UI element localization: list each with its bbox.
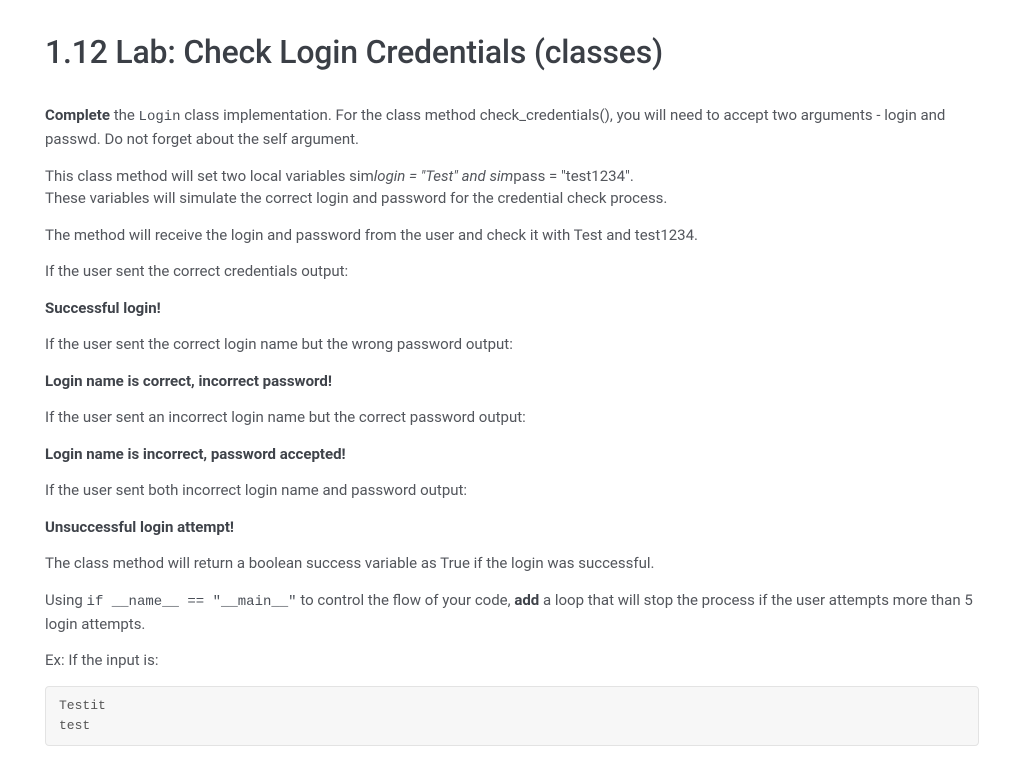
text: class implementation. For the class meth… [45,106,945,148]
text: Using [45,591,87,609]
example-input-codeblock: Testit test [45,686,979,746]
document-page: 1.12 Lab: Check Login Credentials (class… [0,0,1024,776]
main-guard-paragraph: Using if __name__ == "__main__" to contr… [45,589,979,636]
example-label: Ex: If the input is: [45,649,979,672]
text: the [110,106,139,124]
output-unsuccessful: Unsuccessful login attempt! [45,516,979,539]
case-wrong-login-intro: If the user sent an incorrect login name… [45,406,979,429]
output-wrong-password: Login name is correct, incorrect passwor… [45,370,979,393]
page-title: 1.12 Lab: Check Login Credentials (class… [45,28,979,76]
method-description: The method will receive the login and pa… [45,224,979,247]
complete-word: Complete [45,106,110,124]
case-wrong-password-intro: If the user sent the correct login name … [45,333,979,356]
variable-setup-paragraph: This class method will set two local var… [45,165,979,210]
add-word: add [514,591,539,609]
italic-segment: login = "Test" and sim [374,167,514,185]
text: pass = "test1234". [513,167,634,185]
login-classname-code: Login [139,109,181,125]
return-value-description: The class method will return a boolean s… [45,552,979,575]
output-successful: Successful login! [45,297,979,320]
case-correct-intro: If the user sent the correct credentials… [45,260,979,283]
text: These variables will simulate the correc… [45,189,667,207]
intro-paragraph: Complete the Login class implementation.… [45,104,979,151]
main-guard-code: if __name__ == "__main__" [87,594,297,610]
text: to control the flow of your code, [297,591,515,609]
case-both-wrong-intro: If the user sent both incorrect login na… [45,479,979,502]
text: This class method will set two local var… [45,167,374,185]
output-wrong-login: Login name is incorrect, password accept… [45,443,979,466]
